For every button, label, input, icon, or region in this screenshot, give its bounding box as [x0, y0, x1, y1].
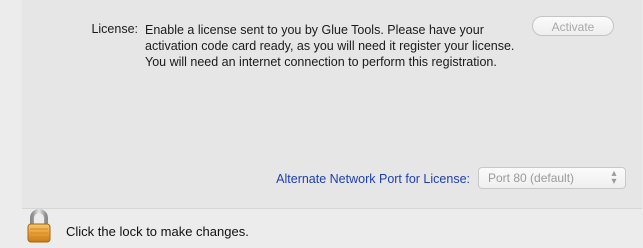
padlock-icon[interactable] — [26, 208, 52, 244]
stepper-arrows-icon: ▴ ▾ — [611, 168, 617, 187]
network-port-value: Port 80 (default) — [488, 171, 575, 185]
license-description: Enable a license sent to you by Glue Too… — [145, 23, 515, 69]
license-label: License: — [91, 22, 138, 36]
network-port-select[interactable]: Port 80 (default) ▴ ▾ — [478, 167, 626, 189]
activate-button[interactable]: Activate — [532, 16, 614, 36]
lock-message: Click the lock to make changes. — [66, 224, 249, 239]
network-port-label: Alternate Network Port for License: — [276, 172, 470, 186]
